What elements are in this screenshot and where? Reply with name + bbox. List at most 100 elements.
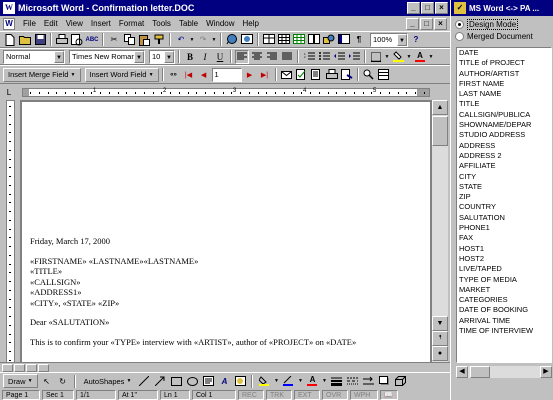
- document-line[interactable]: «ADDRESS1»: [30, 287, 430, 298]
- new-document-icon[interactable]: [3, 33, 17, 47]
- document-line[interactable]: «CITY», «STATE» «ZIP»: [30, 298, 430, 309]
- doc-minimize-button[interactable]: _: [406, 17, 419, 30]
- next-record-icon[interactable]: ▶: [243, 68, 257, 82]
- print-layout-view-button[interactable]: [26, 364, 37, 372]
- edit-data-source-icon[interactable]: [377, 68, 391, 82]
- insert-word-field-button[interactable]: Insert Word Field ▼: [84, 67, 159, 82]
- arrow-icon[interactable]: [153, 374, 167, 388]
- border-dropdown-icon[interactable]: ▼: [384, 50, 390, 64]
- merged-document-radio[interactable]: [455, 32, 464, 41]
- outline-view-button[interactable]: [38, 364, 49, 372]
- select-objects-icon[interactable]: ↖: [40, 374, 54, 388]
- redo-dropdown-icon[interactable]: ▼: [211, 33, 217, 47]
- rectangle-icon[interactable]: [169, 374, 183, 388]
- cut-icon[interactable]: ✂: [107, 33, 121, 47]
- mail-merge-helper-icon[interactable]: [280, 68, 294, 82]
- document-line[interactable]: «TITLE»: [30, 266, 430, 277]
- insert-excel-icon[interactable]: [292, 33, 306, 47]
- field-list-item[interactable]: STATE: [457, 182, 551, 192]
- field-list-item[interactable]: CALLSIGN/PUBLICA: [457, 110, 551, 120]
- document-map-icon[interactable]: [337, 33, 351, 47]
- menu-format[interactable]: Format: [115, 19, 148, 28]
- field-list-item[interactable]: CATEGORIES: [457, 295, 551, 305]
- field-list-item[interactable]: TITLE of PROJECT: [457, 58, 551, 68]
- text-box-icon[interactable]: [201, 374, 215, 388]
- document-line[interactable]: Friday, March 17, 2000: [30, 236, 430, 247]
- select-browse-object-button[interactable]: ●: [432, 346, 448, 361]
- undo-dropdown-icon[interactable]: ▼: [189, 33, 195, 47]
- highlight-icon[interactable]: [391, 50, 405, 64]
- menu-window[interactable]: Window: [202, 19, 238, 28]
- redo-icon[interactable]: ↷: [196, 33, 210, 47]
- font-color-icon[interactable]: A: [413, 50, 427, 64]
- document-line[interactable]: «FIRSTNAME» «LASTNAME»«LASTNAME»: [30, 256, 430, 267]
- align-left-icon[interactable]: [235, 49, 249, 64]
- maximize-button[interactable]: □: [421, 2, 434, 14]
- draw-font-color-icon[interactable]: A: [305, 374, 319, 388]
- document-menu-icon[interactable]: W: [3, 17, 15, 30]
- print-icon[interactable]: [55, 33, 69, 47]
- merge-to-new-document-icon[interactable]: [310, 68, 324, 82]
- paste-icon[interactable]: [137, 33, 151, 47]
- shadow-icon[interactable]: [377, 374, 391, 388]
- chevron-down-icon[interactable]: ▼: [164, 50, 174, 63]
- tab-stop-icon[interactable]: L: [4, 88, 14, 98]
- document-line[interactable]: Dear «SALUTATION»: [30, 317, 430, 328]
- style-dropdown[interactable]: Normal ▼: [3, 49, 65, 64]
- field-list-item[interactable]: SHOWNAME/DEPAR: [457, 120, 551, 130]
- bullets-icon[interactable]: [317, 50, 331, 64]
- merged-document-option[interactable]: Merged Document: [455, 32, 533, 41]
- highlight-dropdown-icon[interactable]: ▼: [406, 50, 412, 64]
- check-errors-icon[interactable]: [295, 68, 309, 82]
- fill-color-icon[interactable]: [257, 374, 271, 388]
- field-list-item[interactable]: LIVE/TAPED: [457, 264, 551, 274]
- field-list-item[interactable]: DATE OF BOOKING: [457, 305, 551, 315]
- field-list-item[interactable]: CITY: [457, 172, 551, 182]
- format-painter-icon[interactable]: [152, 33, 166, 47]
- normal-view-button[interactable]: [2, 364, 13, 372]
- word-app-icon[interactable]: W: [3, 2, 15, 14]
- line-style-icon[interactable]: [329, 374, 343, 388]
- draw-menu-button[interactable]: Draw ▼: [3, 374, 38, 388]
- insert-table-icon[interactable]: [277, 33, 291, 47]
- field-list-item[interactable]: TYPE OF MEDIA: [457, 275, 551, 285]
- draw-font-color-dropdown-icon[interactable]: ▼: [321, 374, 327, 388]
- field-list-item[interactable]: FAX: [457, 233, 551, 243]
- field-list-item[interactable]: STUDIO ADDRESS: [457, 130, 551, 140]
- status-ovr[interactable]: OVR: [322, 389, 348, 400]
- field-list-item[interactable]: AFFILIATE: [457, 161, 551, 171]
- drawing-icon[interactable]: [322, 33, 336, 47]
- fill-color-dropdown-icon[interactable]: ▼: [273, 374, 279, 388]
- field-list-item[interactable]: ADDRESS 2: [457, 151, 551, 161]
- line-icon[interactable]: [137, 374, 151, 388]
- chevron-down-icon[interactable]: ▼: [397, 33, 407, 46]
- justify-icon[interactable]: [280, 50, 294, 64]
- pa-title-bar[interactable]: ✓ MS Word <-> PA ...: [451, 0, 553, 16]
- tables-borders-icon[interactable]: [262, 33, 276, 47]
- field-list-item[interactable]: FIRST NAME: [457, 79, 551, 89]
- save-icon[interactable]: [33, 33, 47, 47]
- merge-to-printer-icon[interactable]: [325, 68, 339, 82]
- italic-icon[interactable]: I: [198, 50, 212, 64]
- document-area[interactable]: Friday, March 17, 2000 «FIRSTNAME» «LAST…: [20, 100, 432, 362]
- office-assistant-icon[interactable]: ?: [409, 33, 423, 47]
- horizontal-scrollbar[interactable]: [0, 362, 450, 372]
- menu-tools[interactable]: Tools: [148, 19, 175, 28]
- find-record-icon[interactable]: [362, 68, 376, 82]
- field-list-item[interactable]: COUNTRY: [457, 202, 551, 212]
- menu-insert[interactable]: Insert: [87, 19, 115, 28]
- insert-merge-field-button[interactable]: Insert Merge Field ▼: [3, 67, 81, 82]
- font-dropdown[interactable]: Times New Roman ▼: [69, 49, 145, 64]
- field-list-item[interactable]: LAST NAME: [457, 89, 551, 99]
- field-list-item[interactable]: SALUTATION: [457, 213, 551, 223]
- menu-edit[interactable]: Edit: [40, 19, 62, 28]
- field-list-item[interactable]: DATE: [457, 48, 551, 58]
- align-right-icon[interactable]: [265, 50, 279, 64]
- view-merged-data-icon[interactable]: «»: [167, 68, 181, 82]
- field-list-item[interactable]: AUTHOR/ARTIST: [457, 69, 551, 79]
- chevron-down-icon[interactable]: ▼: [54, 50, 64, 63]
- 3d-icon[interactable]: [393, 374, 407, 388]
- menu-view[interactable]: View: [62, 19, 87, 28]
- dash-style-icon[interactable]: [345, 374, 359, 388]
- spelling-status-icon[interactable]: 📖: [380, 389, 398, 400]
